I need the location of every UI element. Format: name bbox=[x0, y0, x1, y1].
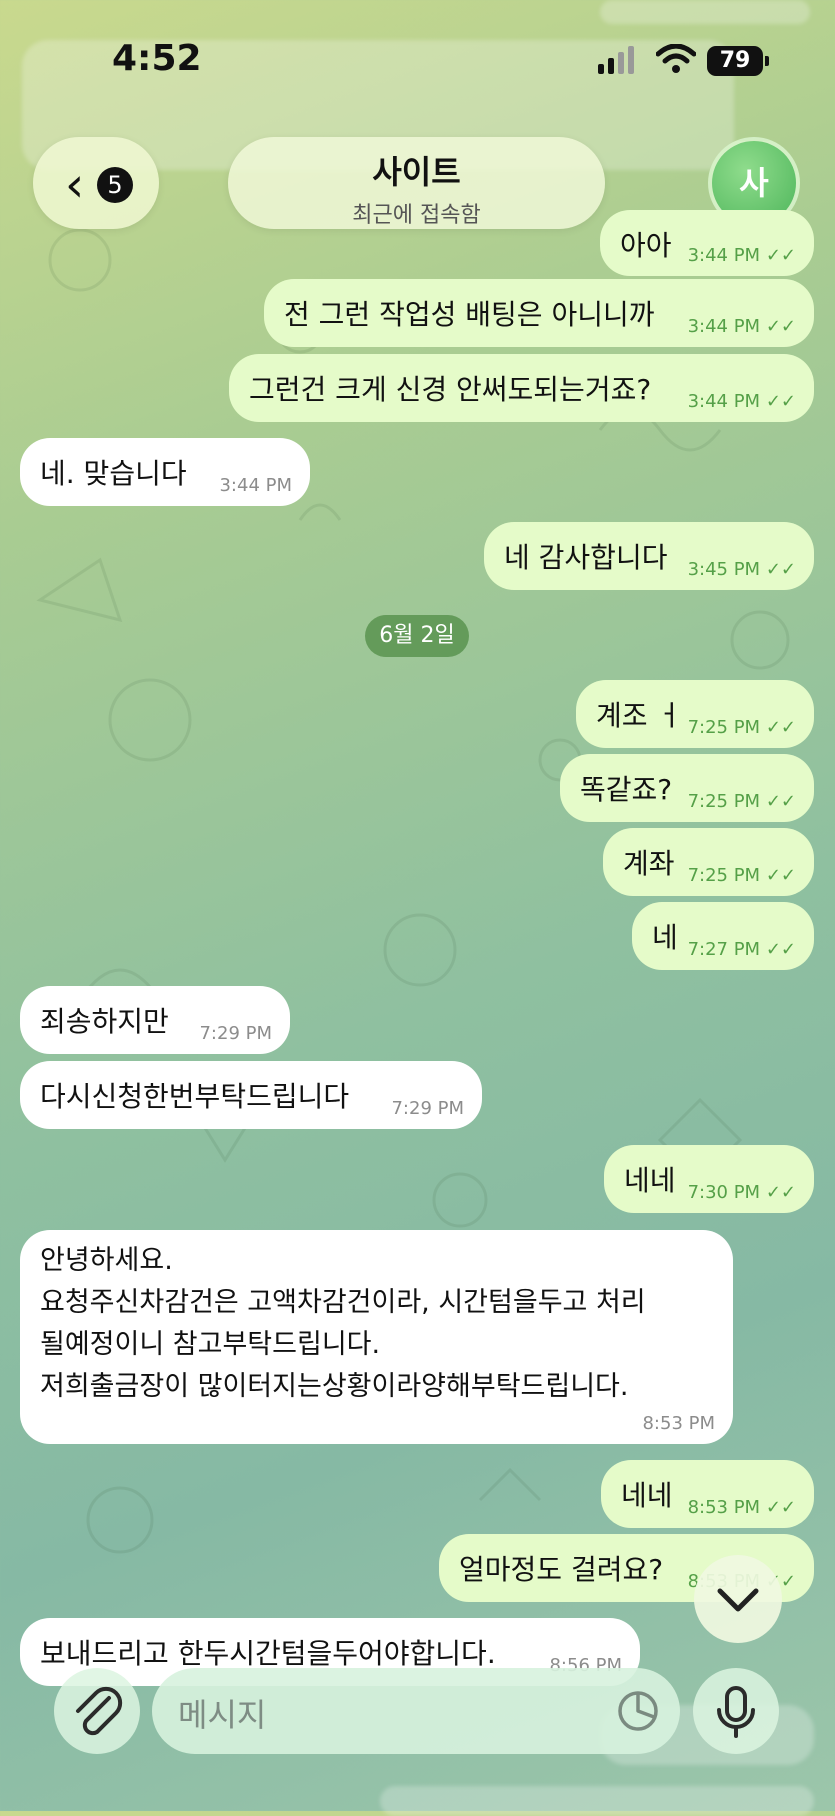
back-button[interactable]: ‹ 5 bbox=[33, 137, 159, 229]
message-bubble-incoming[interactable]: 다시신청한번부탁드립니다 7:29 PM bbox=[20, 1061, 482, 1129]
status-bar: 4:52 79 bbox=[0, 0, 835, 120]
composer-bar: 메시지 bbox=[0, 1660, 835, 1811]
message-time: 3:44 PM bbox=[687, 316, 761, 337]
attach-button[interactable] bbox=[54, 1668, 140, 1754]
message-bubble-outgoing[interactable]: 네 감사합니다 3:45 PM ✓✓ bbox=[484, 522, 814, 590]
message-bubble-outgoing[interactable]: 네 7:27 PM ✓✓ bbox=[632, 902, 814, 970]
message-time: 8:53 PM bbox=[642, 1413, 715, 1434]
message-meta: 3:44 PM ✓✓ bbox=[688, 391, 796, 412]
message-input-placeholder: 메시지 bbox=[178, 1696, 267, 1734]
message-bubble-outgoing[interactable]: 그런건 크게 신경 안써도되는거죠? 3:44 PM ✓✓ bbox=[229, 354, 814, 422]
message-bubble-outgoing[interactable]: 전 그런 작업성 배팅은 아니니까 3:44 PM ✓✓ bbox=[264, 279, 814, 347]
wifi-icon bbox=[656, 44, 696, 73]
message-line: 요청주신차감건은 고액차감건이라, 시간텀을두고 처리 bbox=[40, 1287, 646, 1318]
microphone-button[interactable] bbox=[693, 1668, 779, 1754]
chevron-left-icon: ‹ bbox=[65, 157, 85, 213]
message-text: 계좌 bbox=[623, 847, 675, 880]
message-time: 3:44 PM bbox=[687, 391, 761, 412]
message-text: 그런건 크게 신경 안써도되는거죠? bbox=[249, 373, 652, 406]
message-text: 아아 bbox=[620, 229, 672, 262]
double-check-icon: ✓✓ bbox=[765, 791, 796, 812]
message-meta: 3:44 PM ✓✓ bbox=[688, 245, 796, 266]
message-input[interactable]: 메시지 bbox=[152, 1668, 680, 1754]
message-time: 7:29 PM bbox=[391, 1098, 464, 1119]
signal-icon bbox=[598, 46, 634, 74]
contact-status: 최근에 접속함 bbox=[352, 203, 481, 228]
message-text: 전 그런 작업성 배팅은 아니니까 bbox=[284, 298, 655, 331]
double-check-icon: ✓✓ bbox=[765, 245, 796, 266]
double-check-icon: ✓✓ bbox=[765, 717, 796, 738]
message-time: 7:30 PM bbox=[687, 1182, 761, 1203]
message-meta: 3:44 PM ✓✓ bbox=[688, 316, 796, 337]
message-time: 7:27 PM bbox=[687, 939, 761, 960]
double-check-icon: ✓✓ bbox=[765, 1497, 796, 1518]
message-meta: 7:30 PM ✓✓ bbox=[688, 1182, 796, 1203]
battery-indicator: 79 bbox=[707, 46, 769, 76]
message-text: 네 bbox=[652, 921, 678, 954]
message-meta: 7:25 PM ✓✓ bbox=[688, 865, 796, 886]
double-check-icon: ✓✓ bbox=[765, 391, 796, 412]
message-time: 7:25 PM bbox=[687, 865, 761, 886]
message-time: 8:53 PM bbox=[687, 1497, 761, 1518]
double-check-icon: ✓✓ bbox=[765, 316, 796, 337]
message-text: 네네 bbox=[621, 1479, 673, 1512]
message-bubble-outgoing[interactable]: 아아 3:44 PM ✓✓ bbox=[600, 210, 814, 276]
message-text: 네네 bbox=[624, 1164, 676, 1197]
sticker-icon[interactable] bbox=[616, 1689, 660, 1733]
message-bubble-incoming[interactable]: 네. 맞습니다 3:44 PM bbox=[20, 438, 310, 506]
unread-count-badge: 5 bbox=[97, 167, 133, 203]
message-text: 다시신청한번부탁드립니다 bbox=[40, 1080, 350, 1113]
message-time: 3:44 PM bbox=[687, 245, 761, 266]
clock: 4:52 bbox=[112, 38, 202, 79]
message-time: 7:29 PM bbox=[199, 1023, 272, 1044]
microphone-icon bbox=[717, 1686, 755, 1738]
message-meta: 3:45 PM ✓✓ bbox=[688, 559, 796, 580]
double-check-icon: ✓✓ bbox=[765, 559, 796, 580]
chevron-down-icon bbox=[717, 1588, 759, 1612]
message-time: 7:25 PM bbox=[687, 717, 761, 738]
message-bubble-outgoing[interactable]: 네네 8:53 PM ✓✓ bbox=[601, 1460, 814, 1528]
message-line: 될예정이니 참고부탁드립니다. bbox=[40, 1329, 381, 1360]
message-line: 안녕하세요. bbox=[40, 1245, 173, 1276]
double-check-icon: ✓✓ bbox=[765, 1182, 796, 1203]
contact-name: 사이트 bbox=[372, 153, 461, 191]
message-text: 계조 ㅓ bbox=[596, 699, 683, 732]
message-bubble-outgoing[interactable]: 똑같죠? 7:25 PM ✓✓ bbox=[560, 754, 814, 822]
message-meta: 7:25 PM ✓✓ bbox=[688, 791, 796, 812]
scroll-to-bottom-button[interactable] bbox=[694, 1555, 782, 1643]
message-time: 3:44 PM bbox=[219, 475, 292, 496]
message-bubble-incoming[interactable]: 안녕하세요. 요청주신차감건은 고액차감건이라, 시간텀을두고 처리 될예정이니… bbox=[20, 1230, 733, 1444]
message-bubble-incoming[interactable]: 죄송하지만 7:29 PM bbox=[20, 986, 290, 1054]
date-separator: 6월 2일 bbox=[365, 615, 469, 657]
message-line: 저희출금장이 많이터지는상황이라양해부탁드립니다. bbox=[40, 1371, 629, 1402]
message-meta: 8:53 PM ✓✓ bbox=[688, 1497, 796, 1518]
message-bubble-outgoing[interactable]: 네네 7:30 PM ✓✓ bbox=[604, 1145, 814, 1213]
message-time: 3:45 PM bbox=[687, 559, 761, 580]
double-check-icon: ✓✓ bbox=[765, 865, 796, 886]
message-text: 네 감사합니다 bbox=[504, 541, 668, 574]
message-meta: 7:27 PM ✓✓ bbox=[688, 939, 796, 960]
message-bubble-outgoing[interactable]: 계좌 7:25 PM ✓✓ bbox=[603, 828, 814, 896]
message-bubble-outgoing[interactable]: 계조 ㅓ 7:25 PM ✓✓ bbox=[576, 680, 814, 748]
chat-title[interactable]: 사이트 최근에 접속함 bbox=[228, 137, 605, 229]
paperclip-icon bbox=[76, 1686, 123, 1736]
message-time: 7:25 PM bbox=[687, 791, 761, 812]
message-text: 네. 맞습니다 bbox=[40, 457, 187, 490]
message-text: 똑같죠? bbox=[580, 773, 673, 806]
message-text: 얼마정도 걸려요? bbox=[459, 1553, 664, 1586]
message-text: 죄송하지만 bbox=[40, 1005, 169, 1038]
double-check-icon: ✓✓ bbox=[765, 939, 796, 960]
message-meta: 7:25 PM ✓✓ bbox=[688, 717, 796, 738]
